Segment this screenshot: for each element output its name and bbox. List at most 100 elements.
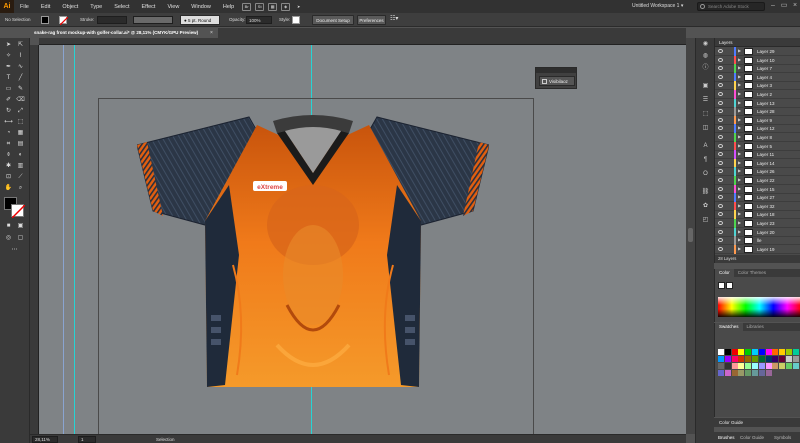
- visibility-eye-icon[interactable]: [718, 229, 723, 234]
- color-mode-icon[interactable]: ■: [3, 222, 14, 231]
- send-icon[interactable]: ➤: [294, 3, 303, 11]
- color-panel-stroke[interactable]: [718, 282, 725, 289]
- expand-arrow-icon[interactable]: ▶: [738, 117, 741, 122]
- layer-name[interactable]: Layer 20: [757, 230, 775, 235]
- swatch[interactable]: [745, 363, 752, 369]
- visibility-eye-icon[interactable]: [718, 117, 723, 122]
- direct-selection-tool-icon[interactable]: ⇱: [15, 41, 26, 50]
- transform-icon[interactable]: ⬚: [701, 110, 710, 118]
- swatch[interactable]: [724, 370, 731, 376]
- tab-color-guide[interactable]: Color Guide: [740, 435, 764, 440]
- stock-icon[interactable]: St: [255, 2, 265, 11]
- expand-arrow-icon[interactable]: ▶: [738, 48, 741, 53]
- zoom-tool-icon[interactable]: ⌕: [15, 184, 26, 193]
- visibility-eye-icon[interactable]: [718, 57, 723, 62]
- visibility-eye-icon[interactable]: [718, 126, 723, 131]
- layer-name[interactable]: Layer 2: [757, 92, 772, 97]
- layer-name[interactable]: lle: [757, 238, 762, 243]
- swatch[interactable]: [786, 356, 792, 362]
- swatch[interactable]: [724, 363, 731, 369]
- layer-name[interactable]: Layer 19: [757, 247, 775, 252]
- rectangle-tool-icon[interactable]: ▭: [3, 85, 14, 94]
- pathfinder-icon[interactable]: ◫: [701, 124, 710, 132]
- appearance-icon[interactable]: ◍: [701, 52, 710, 60]
- swatch[interactable]: [752, 363, 758, 369]
- layer-name[interactable]: Layer 7: [757, 66, 772, 71]
- layer-name[interactable]: Layer 10: [757, 58, 775, 63]
- document-tab[interactable]: snake-rag front mockup-with golfer-colla…: [30, 28, 218, 38]
- swatch[interactable]: [758, 349, 765, 355]
- blend-tool-icon[interactable]: ◐: [15, 151, 26, 160]
- menu-object[interactable]: Object: [56, 4, 84, 10]
- eraser-icon[interactable]: ⌫: [15, 96, 26, 105]
- document-setup-button[interactable]: Document Setup: [312, 15, 354, 25]
- artboard-field[interactable]: 1: [78, 436, 96, 443]
- visibility-eye-icon[interactable]: [718, 109, 723, 114]
- draw-mode-icon[interactable]: ◎: [3, 234, 14, 243]
- scale-tool-icon[interactable]: ⤢: [15, 107, 26, 116]
- visibility-eye-icon[interactable]: [718, 135, 723, 139]
- selection-tool-icon[interactable]: ➤: [3, 41, 14, 50]
- swatch[interactable]: [792, 363, 799, 369]
- width-tool-icon[interactable]: ⟷: [3, 118, 14, 127]
- stroke-swatch[interactable]: [59, 16, 68, 25]
- menu-view[interactable]: View: [161, 4, 185, 10]
- graphic-styles-icon[interactable]: ◰: [701, 216, 710, 224]
- expand-arrow-icon[interactable]: ▶: [738, 229, 741, 234]
- layer-name[interactable]: Layer 13: [757, 101, 775, 106]
- menu-select[interactable]: Select: [108, 4, 135, 10]
- gradient-tool-icon[interactable]: ▤: [15, 140, 26, 149]
- visibility-eye-icon[interactable]: [718, 152, 723, 157]
- expand-arrow-icon[interactable]: ▶: [738, 65, 741, 70]
- graphic-style-swatch[interactable]: [292, 16, 300, 24]
- expand-arrow-icon[interactable]: ▶: [738, 108, 741, 113]
- paragraph-icon[interactable]: ¶: [701, 156, 710, 164]
- swatch[interactable]: [779, 349, 786, 355]
- color-panel-fill[interactable]: [726, 282, 733, 289]
- swatch[interactable]: [765, 363, 772, 369]
- layer-name[interactable]: Layer 29: [757, 49, 775, 54]
- type-tool-icon[interactable]: T: [3, 74, 14, 83]
- close-icon[interactable]: ×: [790, 1, 800, 11]
- swatch[interactable]: [724, 349, 731, 355]
- paintbrush-icon[interactable]: ✎: [15, 85, 26, 94]
- layer-name[interactable]: Layer 12: [757, 126, 775, 131]
- layer-name[interactable]: Layer 14: [757, 161, 775, 166]
- character-icon[interactable]: A: [701, 142, 710, 150]
- tab-libraries[interactable]: Libraries: [743, 323, 768, 331]
- screen-mode-icon[interactable]: ▢: [15, 234, 26, 243]
- info-icon[interactable]: ⓘ: [701, 64, 710, 72]
- scroll-thumb[interactable]: [688, 228, 693, 242]
- horizontal-ruler[interactable]: [39, 38, 686, 45]
- swatch[interactable]: [718, 370, 724, 376]
- symbol-sprayer-icon[interactable]: ✱: [3, 162, 14, 171]
- vertical-ruler[interactable]: [30, 45, 39, 434]
- swatch[interactable]: [779, 363, 786, 369]
- menu-file[interactable]: File: [14, 4, 35, 10]
- slice-tool-icon[interactable]: ⟋: [15, 173, 26, 182]
- visibility-eye-icon[interactable]: [718, 246, 723, 251]
- visibility-eye-icon[interactable]: [718, 186, 723, 191]
- expand-arrow-icon[interactable]: ▶: [738, 100, 741, 105]
- lasso-icon[interactable]: ⌇: [15, 52, 26, 61]
- layer-name[interactable]: Layer 27: [757, 195, 775, 200]
- curvature-tool-icon[interactable]: ∿: [15, 63, 26, 72]
- expand-arrow-icon[interactable]: ▶: [738, 186, 741, 191]
- color-spectrum[interactable]: [718, 297, 800, 317]
- opentype-icon[interactable]: O: [701, 170, 710, 178]
- swatch[interactable]: [738, 363, 745, 369]
- preferences-button[interactable]: Preferences: [357, 15, 386, 25]
- menu-type[interactable]: Type: [84, 4, 108, 10]
- shaper-tool-icon[interactable]: ✐: [3, 96, 14, 105]
- layer-name[interactable]: Layer 18: [757, 212, 775, 217]
- symbols-icon[interactable]: ✿: [701, 202, 710, 210]
- tab-color[interactable]: Color: [715, 269, 734, 277]
- expand-arrow-icon[interactable]: ▶: [738, 160, 741, 165]
- layer-name[interactable]: Layer 23: [757, 221, 775, 226]
- swatch[interactable]: [758, 363, 765, 369]
- float-panel-header[interactable]: [536, 68, 576, 73]
- swatch[interactable]: [718, 356, 724, 362]
- color-guide-tab[interactable]: Color Guide: [719, 420, 743, 425]
- gpu-icon[interactable]: ◈: [281, 2, 291, 11]
- swatch[interactable]: [731, 363, 738, 369]
